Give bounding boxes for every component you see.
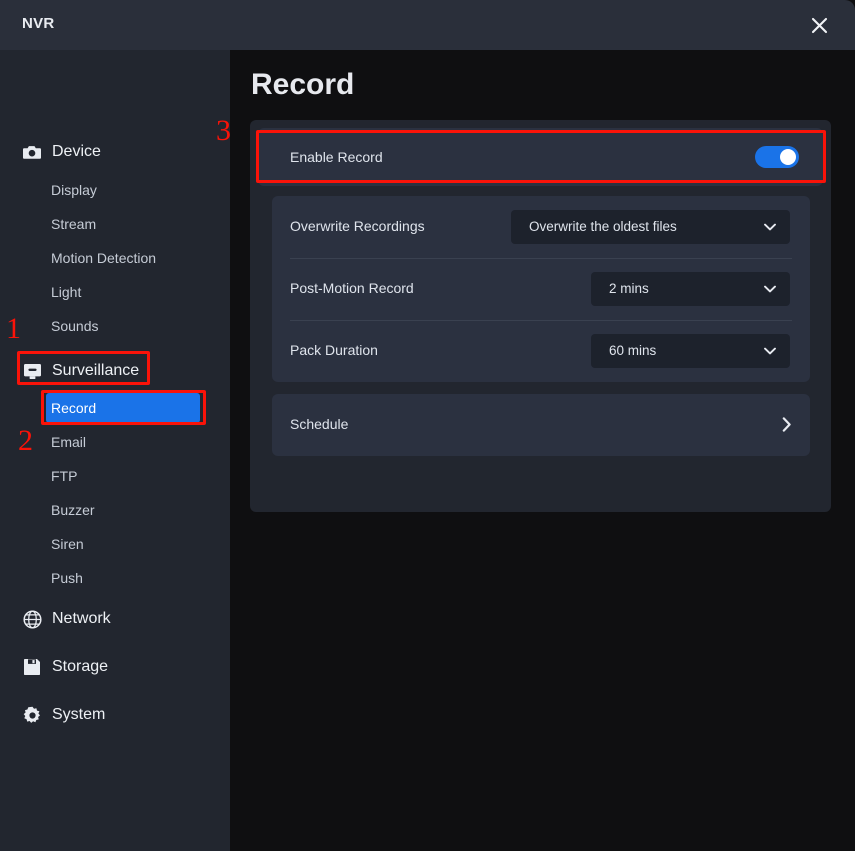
camera-icon [22, 142, 42, 162]
sidebar-subitem-label: Buzzer [51, 502, 95, 518]
sidebar-item-label: Storage [52, 658, 109, 675]
sidebar-subitem-label: Stream [51, 216, 97, 232]
enable-record-label: Enable Record [290, 149, 383, 165]
select-value: 60 mins [609, 343, 657, 358]
sidebar-item-stream[interactable]: Stream [0, 209, 230, 239]
app-title: NVR [22, 15, 55, 32]
option-row-pack-duration: Pack Duration 60 mins [272, 320, 810, 382]
sidebar: Device Display Stream Motion Detection L… [0, 50, 230, 851]
sidebar-item-label: Network [52, 610, 111, 627]
select-value: Overwrite the oldest files [529, 219, 677, 234]
close-icon[interactable] [803, 10, 835, 40]
sidebar-subitem-label: Motion Detection [51, 250, 157, 266]
sidebar-subitem-label: Light [51, 284, 82, 300]
enable-record-card: Enable Record [258, 128, 823, 186]
chevron-down-icon [764, 284, 776, 294]
sidebar-item-buzzer[interactable]: Buzzer [0, 495, 230, 525]
schedule-label: Schedule [290, 416, 349, 432]
option-label: Overwrite Recordings [290, 218, 425, 234]
sidebar-item-label: System [52, 706, 106, 723]
record-options-card: Overwrite Recordings Overwrite the oldes… [272, 196, 810, 382]
sidebar-item-sounds[interactable]: Sounds [0, 311, 230, 341]
option-row-overwrite-recordings: Overwrite Recordings Overwrite the oldes… [272, 196, 810, 258]
page-title: Record [251, 68, 355, 101]
post-motion-record-select[interactable]: 2 mins [591, 272, 790, 306]
sidebar-subitem-label: Record [51, 400, 97, 416]
sidebar-item-system[interactable]: System [0, 696, 230, 734]
sidebar-subitem-label: Push [51, 570, 83, 586]
sidebar-item-record[interactable]: Record [46, 393, 200, 423]
option-label: Post-Motion Record [290, 280, 414, 296]
sidebar-item-push[interactable]: Push [0, 563, 230, 593]
sidebar-subitem-label: Email [51, 434, 87, 450]
sidebar-item-siren[interactable]: Siren [0, 529, 230, 559]
main-content: Record Enable Record Overwrite Recording… [230, 50, 855, 851]
monitor-icon [22, 361, 42, 381]
sidebar-item-surveillance[interactable]: Surveillance [0, 352, 230, 390]
toggle-knob [780, 149, 796, 165]
sidebar-item-storage[interactable]: Storage [0, 648, 230, 686]
sidebar-item-email[interactable]: Email [0, 427, 230, 457]
sidebar-subitem-label: Display [51, 182, 97, 198]
settings-panel: Enable Record Overwrite Recordings Overw… [250, 120, 831, 512]
sidebar-item-label: Device [52, 143, 101, 160]
sidebar-item-motion-detection[interactable]: Motion Detection [0, 243, 230, 273]
floppy-disk-icon [22, 657, 42, 677]
pack-duration-select[interactable]: 60 mins [591, 334, 790, 368]
sidebar-item-light[interactable]: Light [0, 277, 230, 307]
nvr-app-window: NVR Device Display Stream Motion Detecti… [0, 0, 855, 851]
sidebar-item-device[interactable]: Device [0, 133, 230, 171]
enable-record-toggle[interactable] [755, 146, 799, 168]
chevron-down-icon [764, 346, 776, 356]
sidebar-item-ftp[interactable]: FTP [0, 461, 230, 491]
option-row-post-motion-record: Post-Motion Record 2 mins [272, 258, 810, 320]
sidebar-subitem-label: Siren [51, 536, 84, 552]
sidebar-item-display[interactable]: Display [0, 175, 230, 205]
chevron-down-icon [764, 222, 776, 232]
sidebar-item-network[interactable]: Network [0, 600, 230, 638]
title-bar: NVR [0, 0, 855, 50]
overwrite-recordings-select[interactable]: Overwrite the oldest files [511, 210, 790, 244]
sidebar-subitem-label: FTP [51, 468, 78, 484]
sidebar-subitem-label: Sounds [51, 318, 99, 334]
sidebar-item-label: Surveillance [52, 362, 140, 379]
chevron-right-icon[interactable] [780, 416, 794, 432]
schedule-row[interactable]: Schedule [272, 394, 810, 456]
globe-icon [22, 609, 42, 629]
select-value: 2 mins [609, 281, 649, 296]
option-label: Pack Duration [290, 342, 378, 358]
gear-icon [22, 705, 42, 725]
